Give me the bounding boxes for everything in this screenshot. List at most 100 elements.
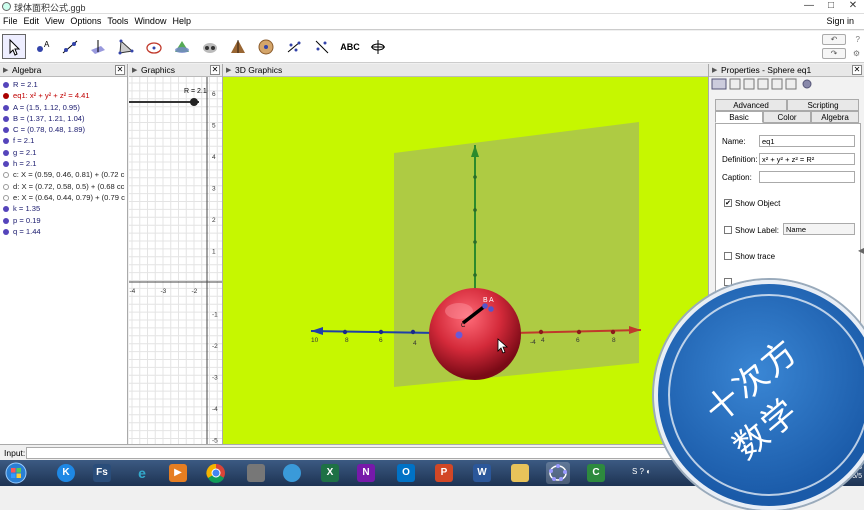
angle-tool-button[interactable] (282, 34, 306, 59)
collapse-triangle-icon[interactable]: ▶ (226, 64, 231, 77)
collapse-triangle-icon[interactable]: ▶ (712, 64, 717, 77)
menu-file[interactable]: File (0, 14, 21, 26)
line-tool-button[interactable] (58, 34, 82, 59)
pyramid-tool-button[interactable] (226, 34, 250, 59)
r-slider-handle[interactable] (190, 98, 198, 106)
move-tool-button[interactable] (2, 34, 26, 59)
circle-tool-button[interactable] (142, 34, 166, 59)
close-algebra-button[interactable]: ✕ (115, 65, 125, 75)
3d-canvas[interactable]: 108642468-4BAC (223, 77, 708, 444)
show-trace-checkbox[interactable] (724, 252, 732, 260)
visibility-toggle-icon[interactable] (3, 161, 9, 168)
polygon-tool-button[interactable] (114, 34, 138, 59)
point-c[interactable] (455, 331, 463, 339)
taskbar-app-fs[interactable]: Fs (90, 462, 114, 484)
algebra-item[interactable]: q = 1.44 (0, 226, 127, 237)
algebra-item[interactable]: p = 0.19 (0, 215, 127, 226)
taskbar-word[interactable]: W (470, 462, 494, 484)
close-button[interactable]: ✕ (842, 0, 864, 13)
collapse-triangle-icon[interactable]: ▶ (132, 64, 137, 77)
point-tool-button[interactable]: A (30, 34, 54, 59)
menu-options[interactable]: Options (67, 14, 104, 26)
tab-algebra[interactable]: Algebra (811, 111, 859, 123)
taskbar-camtasia[interactable]: C (584, 462, 608, 484)
taskbar-powerpoint[interactable]: P (432, 462, 456, 484)
taskbar-ie[interactable]: e (130, 462, 154, 484)
object-list-icons[interactable] (711, 78, 821, 90)
algebra-item[interactable]: B = (1.37, 1.21, 1.04) (0, 113, 127, 124)
hidden-option-checkbox[interactable] (724, 278, 732, 286)
visibility-toggle-icon[interactable] (3, 228, 9, 235)
menu-window[interactable]: Window (131, 14, 169, 26)
show-label-checkbox[interactable] (724, 226, 732, 234)
collapse-triangle-icon[interactable]: ▶ (3, 64, 8, 77)
visibility-toggle-icon[interactable] (3, 115, 9, 122)
visibility-toggle-icon[interactable] (3, 217, 9, 224)
visibility-toggle-icon[interactable] (3, 149, 9, 156)
menu-edit[interactable]: Edit (21, 14, 43, 26)
algebra-item[interactable]: f = 2.1 (0, 135, 127, 146)
maximize-button[interactable]: □ (820, 0, 842, 13)
collapse-side-arrow-icon[interactable]: ◀ (858, 246, 864, 255)
definition-field[interactable]: x² + y² + z² = R² (759, 153, 855, 165)
visibility-toggle-icon[interactable] (3, 194, 9, 201)
tab-scripting[interactable]: Scripting (787, 99, 859, 111)
sphere-eq1[interactable] (429, 288, 521, 380)
close-properties-button[interactable]: ✕ (852, 65, 862, 75)
algebra-item[interactable]: e: X = (0.64, 0.44, 0.79) + (0.79 c (0, 192, 127, 203)
tab-basic[interactable]: Basic (715, 111, 763, 123)
reflect-tool-button[interactable] (310, 34, 334, 59)
help-icon[interactable]: ? (856, 35, 860, 44)
taskbar-explorer[interactable] (508, 462, 532, 484)
redo-button[interactable]: ↷ (822, 48, 846, 59)
taskbar-chrome[interactable] (204, 462, 228, 484)
algebra-item[interactable]: A = (1.5, 1.12, 0.95) (0, 102, 127, 113)
menu-tools[interactable]: Tools (104, 14, 131, 26)
visibility-toggle-icon[interactable] (3, 138, 9, 145)
undo-button[interactable]: ↶ (822, 34, 846, 45)
taskbar-app-round[interactable] (280, 462, 304, 484)
visibility-toggle-icon[interactable] (3, 183, 9, 190)
label-mode-select[interactable]: Name (783, 223, 855, 235)
visibility-toggle-icon[interactable] (3, 93, 9, 100)
rotate-view-tool-button[interactable] (366, 34, 390, 59)
text-tool-button[interactable]: ABC (338, 34, 362, 59)
intersect-surfaces-tool-button[interactable] (170, 34, 194, 59)
menu-view[interactable]: View (42, 14, 67, 26)
visibility-toggle-icon[interactable] (3, 206, 9, 213)
algebra-item[interactable]: c: X = (0.59, 0.46, 0.81) + (0.72 c (0, 169, 127, 180)
visibility-toggle-icon[interactable] (3, 104, 9, 111)
taskbar-media[interactable]: ▶ (166, 462, 190, 484)
graphics-canvas[interactable]: 654321-1-2-3-4-5-4 -3 -2R = 2.1 (129, 77, 223, 444)
taskbar-onenote[interactable]: N (354, 462, 378, 484)
plane-tool-button[interactable] (198, 34, 222, 59)
tab-color[interactable]: Color (763, 111, 811, 123)
system-tray[interactable]: S ? ◐ (632, 467, 651, 476)
start-button[interactable] (4, 462, 28, 484)
tab-advanced[interactable]: Advanced (715, 99, 787, 111)
algebra-item[interactable]: d: X = (0.72, 0.58, 0.5) + (0.68 cc (0, 181, 127, 192)
perpendicular-tool-button[interactable] (86, 34, 110, 59)
sign-in-link[interactable]: Sign in (826, 16, 854, 26)
algebra-item[interactable]: C = (0.78, 0.48, 1.89) (0, 124, 127, 135)
visibility-toggle-icon[interactable] (3, 172, 9, 179)
taskbar-app[interactable] (244, 462, 268, 484)
close-graphics-button[interactable]: ✕ (210, 65, 220, 75)
minimize-button[interactable]: — (798, 0, 820, 13)
visibility-toggle-icon[interactable] (3, 127, 9, 134)
taskbar-excel[interactable]: X (318, 462, 342, 484)
sphere-tool-button[interactable] (254, 34, 278, 59)
taskbar-app-k[interactable]: K (54, 462, 78, 484)
point-b[interactable] (482, 303, 488, 309)
show-object-checkbox[interactable]: ✔ (724, 199, 732, 207)
algebra-item[interactable]: h = 2.1 (0, 158, 127, 169)
algebra-item[interactable]: R = 2.1 (0, 79, 127, 90)
algebra-item[interactable]: k = 1.35 (0, 203, 127, 214)
input-field[interactable] (26, 447, 716, 459)
settings-icon[interactable]: ⚙ (853, 49, 860, 58)
name-field[interactable]: eq1 (759, 135, 855, 147)
point-a[interactable] (488, 306, 494, 312)
menu-help[interactable]: Help (169, 14, 194, 26)
algebra-item[interactable]: eq1: x² + y² + z² = 4.41 (0, 90, 127, 101)
caption-field[interactable] (759, 171, 855, 183)
